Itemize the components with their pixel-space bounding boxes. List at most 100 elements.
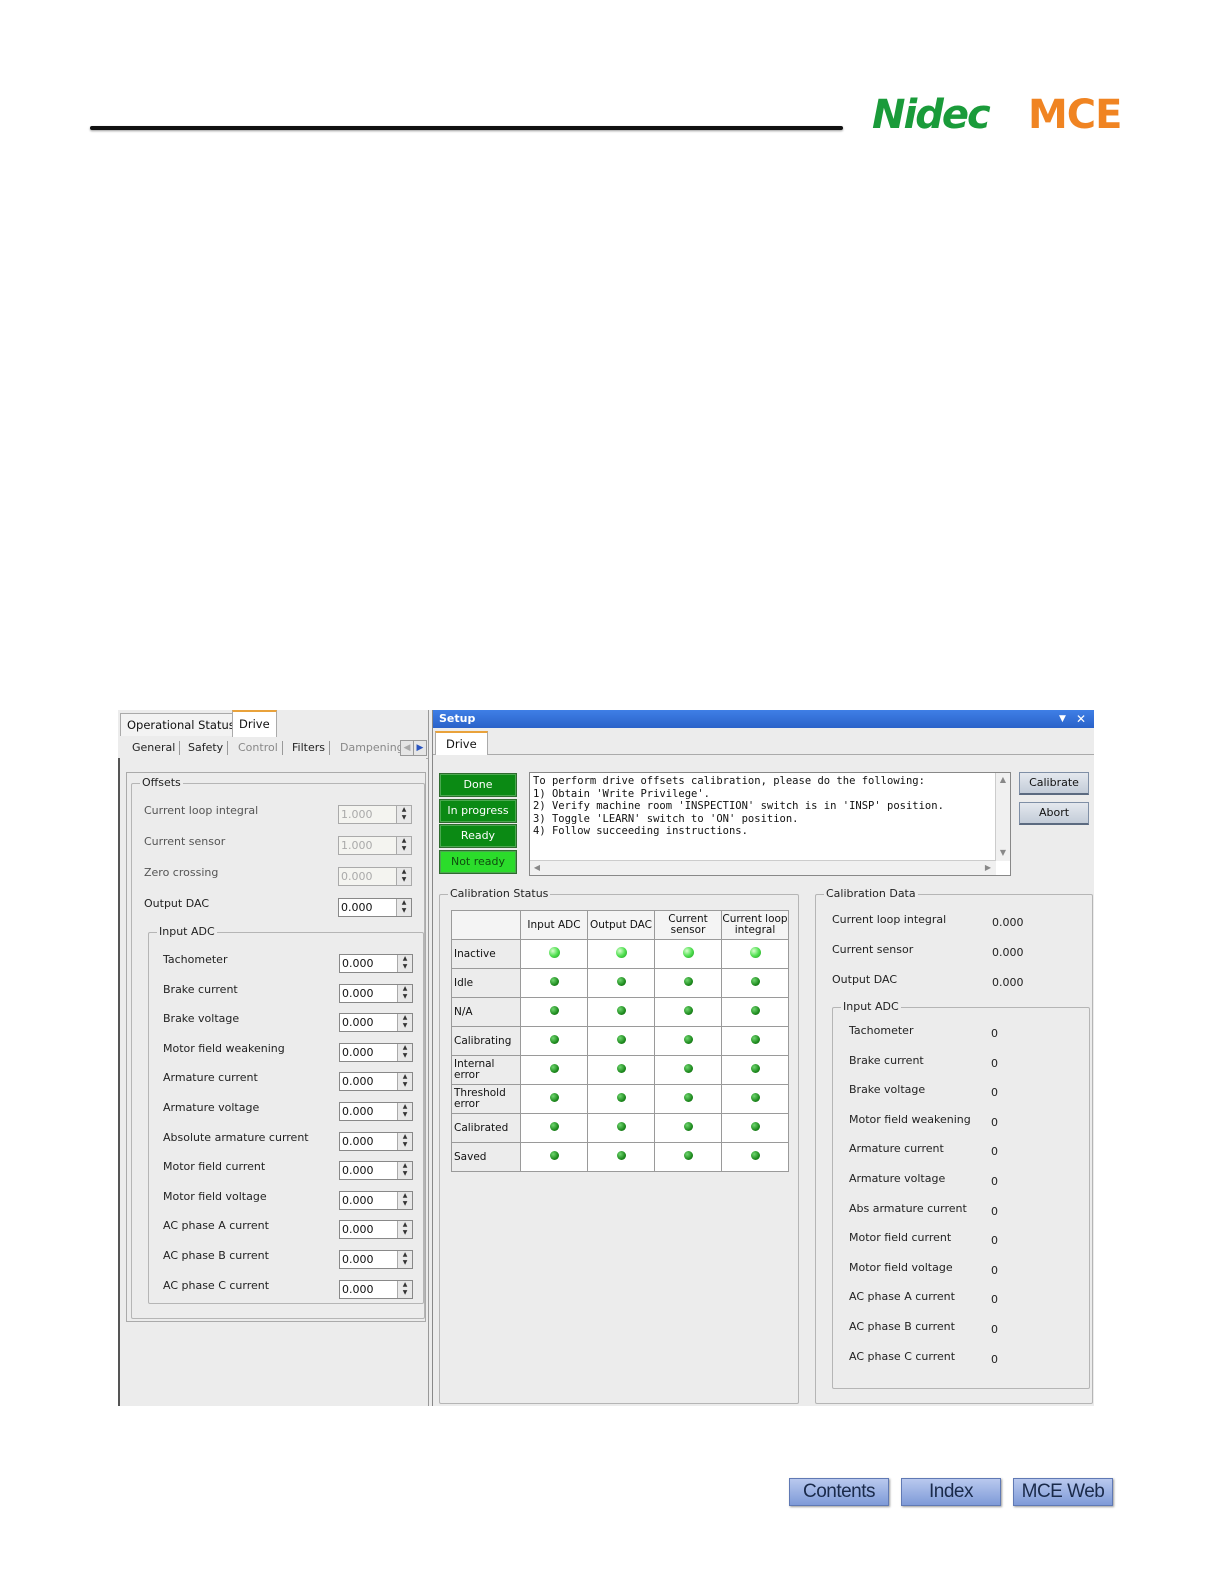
offset-value: 0.000 <box>341 901 373 914</box>
setup-tab-drive[interactable]: Drive <box>435 731 488 755</box>
horizontal-scrollbar[interactable]: ◀ ▶ <box>530 860 996 875</box>
status-cell <box>654 1113 722 1143</box>
status-cell <box>654 939 722 969</box>
table-row: Idle <box>451 968 789 998</box>
input-adc-spinbox[interactable]: 0.000 ▲ ▼ <box>339 1072 413 1092</box>
input-adc-label: Absolute armature current <box>163 1130 309 1144</box>
spin-arrows-icon[interactable]: ▲ ▼ <box>397 1191 412 1209</box>
offset-spinbox[interactable]: 1.000 ▲ ▼ <box>338 836 412 855</box>
input-adc-spinbox[interactable]: 0.000 ▲ ▼ <box>339 1250 413 1269</box>
input-adc-label: Brake current <box>163 982 238 996</box>
calibration-data-title: Calibration Data <box>824 887 918 900</box>
status-cell <box>721 939 789 969</box>
led-indicator-icon <box>683 1006 693 1015</box>
input-adc-spinbox[interactable]: 0.000 ▲ ▼ <box>339 1220 413 1240</box>
led-indicator-icon <box>616 1035 626 1044</box>
input-adc-spinbox[interactable]: 0.000 ▲ ▼ <box>339 1190 413 1210</box>
calibration-data-adc-label: Brake current <box>849 1053 924 1067</box>
status-cell <box>587 939 655 969</box>
tab-drive[interactable]: Drive <box>232 710 277 737</box>
mce-web-button[interactable]: MCE Web <box>1013 1478 1113 1506</box>
calibration-data-adc-value: 0 <box>991 1175 998 1188</box>
spin-arrows-icon[interactable]: ▲ ▼ <box>396 806 411 823</box>
input-adc-value: 0.000 <box>342 1134 374 1148</box>
index-button[interactable]: Index <box>901 1478 1001 1506</box>
input-adc-group: Input ADC Tachometer 0.000 ▲ ▼ Brake current… <box>148 925 424 1304</box>
status-cell <box>520 939 588 969</box>
table-row: Calibrating <box>451 1026 789 1056</box>
status-cell <box>654 968 722 998</box>
input-adc-spinbox[interactable]: 0.000 ▲ ▼ <box>339 1161 413 1181</box>
spin-arrows-icon[interactable]: ▲ ▼ <box>397 955 412 972</box>
tab-operational-status[interactable]: Operational Status <box>120 713 242 736</box>
input-adc-spinbox[interactable]: 0.000 ▲ ▼ <box>339 983 413 1003</box>
status-cell <box>520 1026 588 1056</box>
close-icon[interactable]: ✕ <box>1076 710 1086 728</box>
input-adc-spinbox[interactable]: 0.000 ▲ ▼ <box>339 1102 413 1121</box>
spin-arrows-icon[interactable]: ▲ ▼ <box>397 1251 412 1268</box>
spin-arrows-icon[interactable]: ▲ ▼ <box>397 1073 412 1091</box>
spin-arrows-icon[interactable]: ▲ ▼ <box>397 1221 412 1239</box>
subtab-general[interactable]: General <box>128 741 181 755</box>
led-indicator-icon <box>750 1064 760 1073</box>
offset-spinbox[interactable]: 0.000 ▲ ▼ <box>338 898 412 917</box>
spin-arrows-icon[interactable]: ▲ ▼ <box>397 1280 412 1298</box>
calibration-data-adc-label: AC phase B current <box>849 1320 955 1333</box>
row-label: Calibrated <box>451 1113 521 1143</box>
led-indicator-icon <box>750 1006 760 1015</box>
spin-arrows-icon[interactable]: ▲ ▼ <box>397 1014 412 1032</box>
subtab-dampening[interactable]: Dampening <box>336 741 408 755</box>
vertical-scrollbar[interactable]: ▲ ▼ <box>995 773 1010 861</box>
offset-spinbox[interactable]: 0.000 ▲ ▼ <box>338 867 412 886</box>
spin-arrows-icon[interactable]: ▲ ▼ <box>396 899 411 916</box>
status-cell <box>654 1026 722 1056</box>
calibrate-button[interactable]: Calibrate <box>1019 772 1089 795</box>
dropdown-arrow-icon[interactable]: ▼ <box>1059 710 1066 728</box>
spin-arrows-icon[interactable]: ▲ ▼ <box>397 1103 412 1120</box>
calibration-status-title: Calibration Status <box>448 887 551 900</box>
calibration-data-adc-label: Armature voltage <box>849 1172 946 1185</box>
input-adc-label: AC phase B current <box>163 1249 269 1262</box>
calibration-data-label: Current loop integral <box>832 913 947 926</box>
spin-arrows-icon[interactable]: ▲ ▼ <box>396 868 411 885</box>
table-header-row: Input ADC Output DAC Current sensor Current… <box>451 910 789 940</box>
input-adc-spinbox[interactable]: 0.000 ▲ ▼ <box>339 954 413 973</box>
input-adc-spinbox[interactable]: 0.000 ▲ ▼ <box>339 1042 413 1062</box>
scroll-up-icon[interactable]: ▲ <box>997 774 1009 786</box>
input-adc-spinbox[interactable]: 0.000 ▲ ▼ <box>339 1279 413 1299</box>
calibration-data-value: 0.000 <box>992 946 1024 959</box>
spin-arrows-icon[interactable]: ▲ ▼ <box>397 1043 412 1061</box>
abort-button[interactable]: Abort <box>1019 802 1089 825</box>
calibration-data-adc-value: 0 <box>991 1204 998 1218</box>
scroll-right-icon[interactable]: ▶ <box>982 862 994 874</box>
input-adc-value: 0.000 <box>342 1075 374 1089</box>
led-indicator-icon <box>750 1093 760 1102</box>
calibration-status-table: Input ADC Output DAC Current sensor Current… <box>451 910 789 1172</box>
contents-button[interactable]: Contents <box>789 1478 889 1506</box>
subtab-control[interactable]: Control <box>234 741 283 755</box>
input-adc-spinbox[interactable]: 0.000 ▲ ▼ <box>339 1013 413 1033</box>
calibration-data-adc-value: 0 <box>991 1263 998 1277</box>
spin-arrows-icon[interactable]: ▲ ▼ <box>397 1132 412 1150</box>
scroll-left-icon[interactable]: ◀ <box>531 862 543 874</box>
status-cell <box>587 1084 655 1114</box>
subtab-safety[interactable]: Safety <box>184 741 229 755</box>
chevron-right-icon[interactable]: ▶ <box>413 740 427 756</box>
column-header: Current loop integral <box>721 910 789 940</box>
chevron-left-icon[interactable]: ◀ <box>400 740 414 756</box>
top-tabs: Operational Status Drive <box>118 710 428 737</box>
status-cell <box>587 1055 655 1085</box>
offset-spinbox[interactable]: 1.000 ▲ ▼ <box>338 805 412 824</box>
calibration-data-adc-value: 0 <box>991 1145 998 1159</box>
input-adc-spinbox[interactable]: 0.000 ▲ ▼ <box>339 1131 413 1151</box>
calibration-data-input-adc-title: Input ADC <box>841 1000 901 1013</box>
scroll-down-icon[interactable]: ▼ <box>997 847 1009 859</box>
input-adc-value: 0.000 <box>342 1164 374 1178</box>
spin-arrows-icon[interactable]: ▲ ▼ <box>396 837 411 854</box>
instructions-textbox[interactable]: To perform drive offsets calibration, pl… <box>529 772 1011 876</box>
led-indicator-icon <box>616 1151 626 1160</box>
table-row: Saved <box>451 1142 789 1172</box>
spin-arrows-icon[interactable]: ▲ ▼ <box>397 1162 412 1180</box>
spin-arrows-icon[interactable]: ▲ ▼ <box>397 984 412 1002</box>
subtab-filters[interactable]: Filters <box>288 741 330 755</box>
